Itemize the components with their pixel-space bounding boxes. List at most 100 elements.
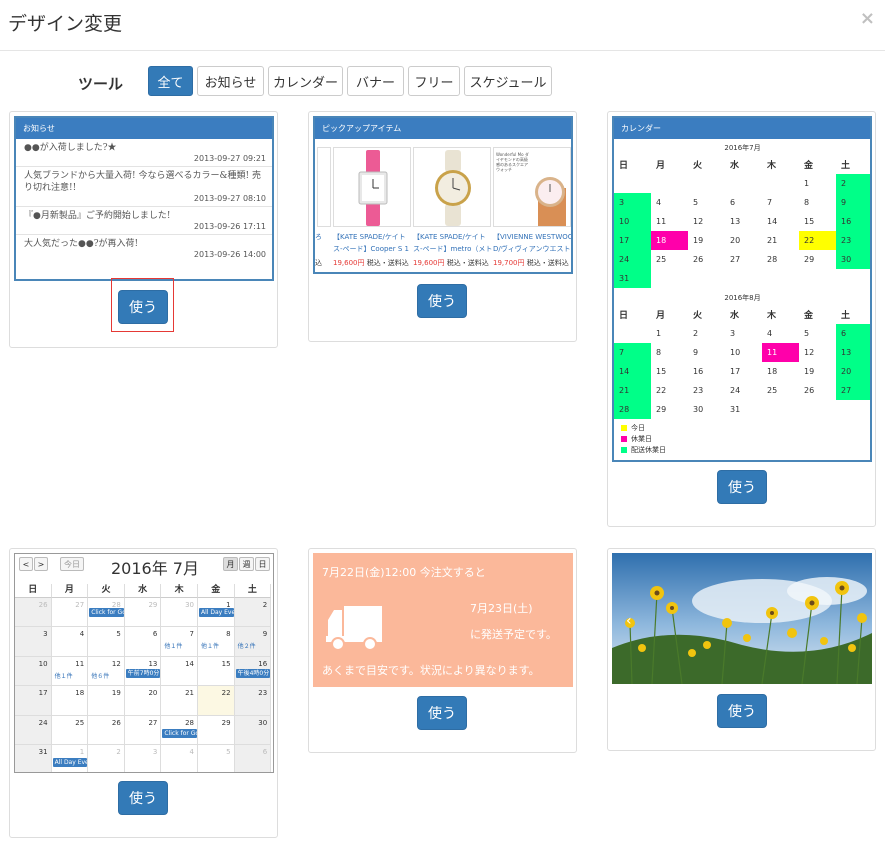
- product-image[interactable]: [413, 147, 491, 227]
- schedule-day-cell[interactable]: 2: [88, 745, 125, 772]
- schedule-day-cell[interactable]: 27: [51, 598, 89, 628]
- product-name[interactable]: ス-ペード】metro（メト: [413, 243, 492, 255]
- schedule-more-link[interactable]: 他２件: [238, 641, 256, 650]
- calendar-day: 17: [730, 367, 741, 376]
- use-button-banner[interactable]: 使う: [717, 694, 767, 728]
- schedule-event[interactable]: All Day Eve: [52, 758, 88, 767]
- filter-banner-button[interactable]: バナー: [347, 66, 404, 96]
- schedule-day-cell[interactable]: 23: [234, 686, 272, 716]
- next-month-button[interactable]: >: [34, 557, 48, 571]
- prev-month-button[interactable]: <: [19, 557, 33, 571]
- product-image[interactable]: Wonderful Mo ダイヤモンドの高級感のあるスクエアウォッチ: [493, 147, 571, 227]
- calendar-day: 12: [693, 217, 704, 226]
- schedule-day-cell[interactable]: 5: [88, 627, 125, 657]
- schedule-event[interactable]: Click for Go: [162, 728, 197, 738]
- schedule-day-cell[interactable]: 25: [51, 715, 89, 745]
- calendar-preview: カレンダー 2016年7月 日月火水木金土 1 2 3 4 5 6 7 8 9 10 11 12 13 14…: [612, 116, 872, 462]
- schedule-day-cell[interactable]: 6: [124, 627, 162, 657]
- schedule-day-cell[interactable]: 21: [161, 686, 198, 716]
- view-month-button[interactable]: 月: [223, 557, 238, 571]
- schedule-day-cell[interactable]: 24: [15, 715, 52, 745]
- calendar-day: 8: [656, 348, 662, 357]
- schedule-day-cell[interactable]: 18: [51, 686, 89, 716]
- calendar-day: 18: [651, 231, 688, 250]
- carousel-prev-icon[interactable]: ‹: [626, 613, 632, 629]
- schedule-more-link[interactable]: 他１件: [201, 641, 219, 650]
- schedule-more-link[interactable]: 他１件: [164, 641, 182, 650]
- use-button-shipping[interactable]: 使う: [417, 696, 467, 730]
- product-image[interactable]: [333, 147, 411, 227]
- schedule-preview: < > 今日 2016年 7月 月 週 日 日月火水木金土 26 27 28 29 30 1…: [14, 553, 274, 773]
- schedule-day-cell[interactable]: 17: [15, 686, 52, 716]
- filter-news-button[interactable]: お知らせ: [197, 66, 264, 96]
- schedule-more-link[interactable]: 他１件: [55, 671, 73, 680]
- calendar-header: カレンダー: [614, 118, 870, 139]
- calendar-day: 15: [804, 217, 815, 226]
- schedule-day-cell[interactable]: 30: [161, 598, 198, 628]
- view-week-button[interactable]: 週: [239, 557, 254, 571]
- filter-calendar-button[interactable]: カレンダー: [268, 66, 343, 96]
- schedule-day-cell[interactable]: 29: [198, 715, 235, 745]
- template-card-news: お知らせ ●●が入荷しました?★ 2013-09-27 09:21 人気ブランド…: [9, 111, 278, 348]
- schedule-day-cell[interactable]: 27: [124, 715, 162, 745]
- schedule-day-cell[interactable]: 26: [15, 598, 52, 628]
- calendar-day: 13: [836, 343, 870, 362]
- close-icon[interactable]: ×: [860, 8, 875, 29]
- modal-header: デザイン変更 ×: [0, 0, 885, 51]
- schedule-day-cell[interactable]: 4: [161, 745, 198, 772]
- schedule-day-cell[interactable]: 30: [234, 715, 272, 745]
- calendar-day: 22: [656, 386, 667, 395]
- schedule-event[interactable]: All Day Eve: [199, 608, 234, 617]
- schedule-day-cell[interactable]: 3: [125, 745, 162, 772]
- schedule-day-cell[interactable]: 14: [161, 656, 198, 687]
- schedule-day-cell[interactable]: 22: [198, 686, 235, 716]
- schedule-event[interactable]: Click for Go: [89, 608, 124, 617]
- schedule-day-cell[interactable]: 26: [88, 715, 125, 745]
- shipping-order-text: 7月22日(金)12:00 今注文すると: [322, 566, 486, 579]
- news-header: お知らせ: [16, 118, 272, 139]
- list-item: 大人気だった●●?が再入荷! 2013-09-26 14:00: [24, 239, 266, 259]
- calendar-day: 8: [804, 198, 810, 207]
- schedule-day-cell[interactable]: 20: [124, 686, 162, 716]
- schedule-event[interactable]: 午後4時0分: [235, 668, 271, 678]
- calendar-day: 2: [836, 174, 870, 193]
- schedule-more-link[interactable]: 他６件: [91, 671, 109, 680]
- schedule-day-cell[interactable]: 29: [124, 598, 162, 628]
- view-day-button[interactable]: 日: [255, 557, 270, 571]
- legend-item: 配送休業日: [621, 445, 666, 455]
- calendar-day: 24: [730, 386, 741, 395]
- today-button[interactable]: 今日: [60, 557, 84, 571]
- use-button-schedule[interactable]: 使う: [118, 781, 168, 815]
- tool-filter-bar: ツール 全て お知らせ カレンダー バナー フリー スケジュール: [0, 66, 885, 98]
- schedule-day-cell[interactable]: 5: [198, 745, 235, 772]
- filter-all-button[interactable]: 全て: [148, 66, 193, 96]
- product-name[interactable]: ス-ペード】Cooper S 1: [333, 243, 409, 255]
- calendar-day: 14: [614, 362, 651, 381]
- template-card-calendar: カレンダー 2016年7月 日月火水木金土 1 2 3 4 5 6 7 8 9 10 11 12 13 14…: [607, 111, 876, 527]
- schedule-day-cell[interactable]: 4: [51, 627, 89, 657]
- schedule-day-cell[interactable]: 3: [15, 627, 52, 657]
- schedule-day-cell[interactable]: 2: [234, 598, 272, 628]
- schedule-day-cell[interactable]: 31: [15, 745, 52, 772]
- calendar-day: 28: [767, 255, 778, 264]
- product-name[interactable]: 【KATE SPADE/ケイト: [333, 231, 406, 243]
- weekday-header: 火: [693, 311, 703, 321]
- calendar-day: 9: [693, 348, 699, 357]
- filter-schedule-button[interactable]: スケジュール: [464, 66, 552, 96]
- filter-free-button[interactable]: フリー: [408, 66, 460, 96]
- product-name[interactable]: 【KATE SPADE/ケイト: [413, 231, 486, 243]
- shipping-schedule-text: に発送予定です。: [470, 628, 557, 641]
- calendar-day: 25: [656, 255, 667, 264]
- use-button-news[interactable]: 使う: [118, 290, 168, 324]
- product-name[interactable]: D/ヴィヴィアンウエスト: [493, 243, 570, 255]
- use-button-pickup[interactable]: 使う: [417, 284, 467, 318]
- schedule-day-cell[interactable]: 10: [15, 656, 52, 687]
- weekday-header: 金: [804, 161, 814, 171]
- product-name[interactable]: 【VIVIENNE WESTWOO: [493, 231, 571, 243]
- schedule-day-cell[interactable]: 6: [234, 745, 272, 772]
- schedule-event[interactable]: 午前7時0分: [125, 668, 161, 678]
- product-price: 19,600円 税込・送料込: [333, 259, 409, 267]
- schedule-day-cell[interactable]: 15: [198, 656, 235, 687]
- use-button-calendar[interactable]: 使う: [717, 470, 767, 504]
- schedule-day-cell[interactable]: 19: [88, 686, 125, 716]
